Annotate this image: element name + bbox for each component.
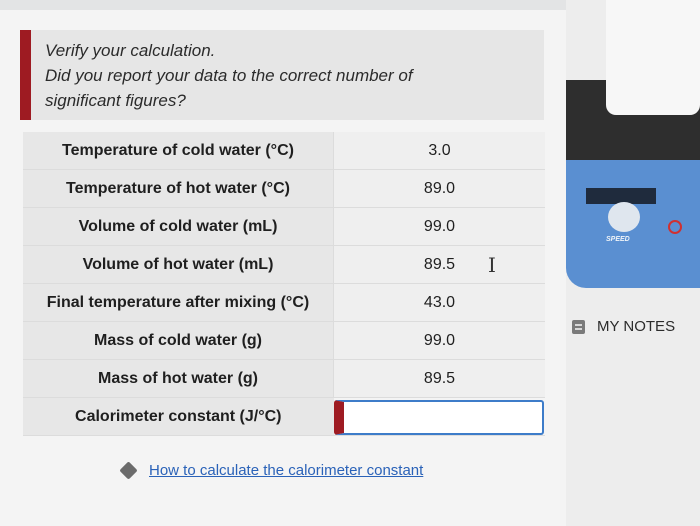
- background-photo: SPEED: [566, 0, 700, 526]
- feedback-line-1: Verify your calculation.: [45, 41, 216, 60]
- error-indicator-bar: [20, 30, 31, 120]
- feedback-line-3: significant figures?: [45, 91, 186, 110]
- table-row: Mass of hot water (g) 89.5: [23, 359, 545, 398]
- power-led: [668, 220, 682, 234]
- table-row: Mass of cold water (g) 99.0: [23, 321, 545, 360]
- tag-icon: [119, 460, 138, 480]
- row-value: 3.0: [333, 132, 545, 170]
- my-notes-label: MY NOTES: [597, 318, 676, 335]
- text-cursor-icon: I: [488, 253, 496, 277]
- cup-image: [606, 0, 700, 115]
- data-table: Temperature of cold water (°C) 3.0 Tempe…: [23, 132, 545, 436]
- row-label: Final temperature after mixing (°C): [23, 283, 334, 322]
- feedback-message: Verify your calculation. Did you report …: [45, 38, 515, 113]
- lab-panel: Verify your calculation. Did you report …: [0, 0, 566, 526]
- table-row: Temperature of hot water (°C) 89.0: [23, 169, 545, 208]
- row-value: 89.5: [333, 245, 545, 284]
- row-value: 99.0: [333, 207, 545, 246]
- calorimeter-help-link[interactable]: How to calculate the calorimeter constan…: [149, 462, 423, 479]
- row-value: 99.0: [333, 321, 545, 360]
- speed-label: SPEED: [606, 236, 630, 243]
- table-row: Final temperature after mixing (°C) 43.0: [23, 283, 545, 322]
- notes-icon: [572, 319, 585, 334]
- table-row: Volume of hot water (mL) 89.5: [23, 245, 545, 284]
- table-row: Volume of cold water (mL) 99.0: [23, 207, 545, 246]
- row-label: Mass of hot water (g): [23, 359, 334, 398]
- row-value: 89.0: [333, 169, 545, 208]
- row-label: Temperature of cold water (°C): [23, 132, 334, 170]
- row-value: 43.0: [333, 283, 545, 322]
- top-strip: [0, 0, 566, 10]
- row-label: Volume of hot water (mL): [23, 245, 334, 284]
- table-row: Calorimeter constant (J/°C): [23, 397, 545, 436]
- calorimeter-constant-label: Calorimeter constant (J/°C): [23, 397, 334, 436]
- calorimeter-constant-input[interactable]: [333, 400, 544, 435]
- my-notes-button[interactable]: MY NOTES: [572, 318, 675, 335]
- calorimeter-cell: [333, 397, 545, 436]
- row-label: Mass of cold water (g): [23, 321, 334, 360]
- hint-link-row[interactable]: How to calculate the calorimeter constan…: [119, 459, 423, 481]
- speed-knob: [608, 202, 640, 232]
- row-label: Temperature of hot water (°C): [23, 169, 334, 208]
- feedback-box: Verify your calculation. Did you report …: [20, 30, 544, 120]
- row-label: Volume of cold water (mL): [23, 207, 334, 246]
- feedback-line-2: Did you report your data to the correct …: [45, 66, 413, 85]
- table-row: Temperature of cold water (°C) 3.0: [23, 132, 545, 170]
- row-value: 89.5: [333, 359, 545, 398]
